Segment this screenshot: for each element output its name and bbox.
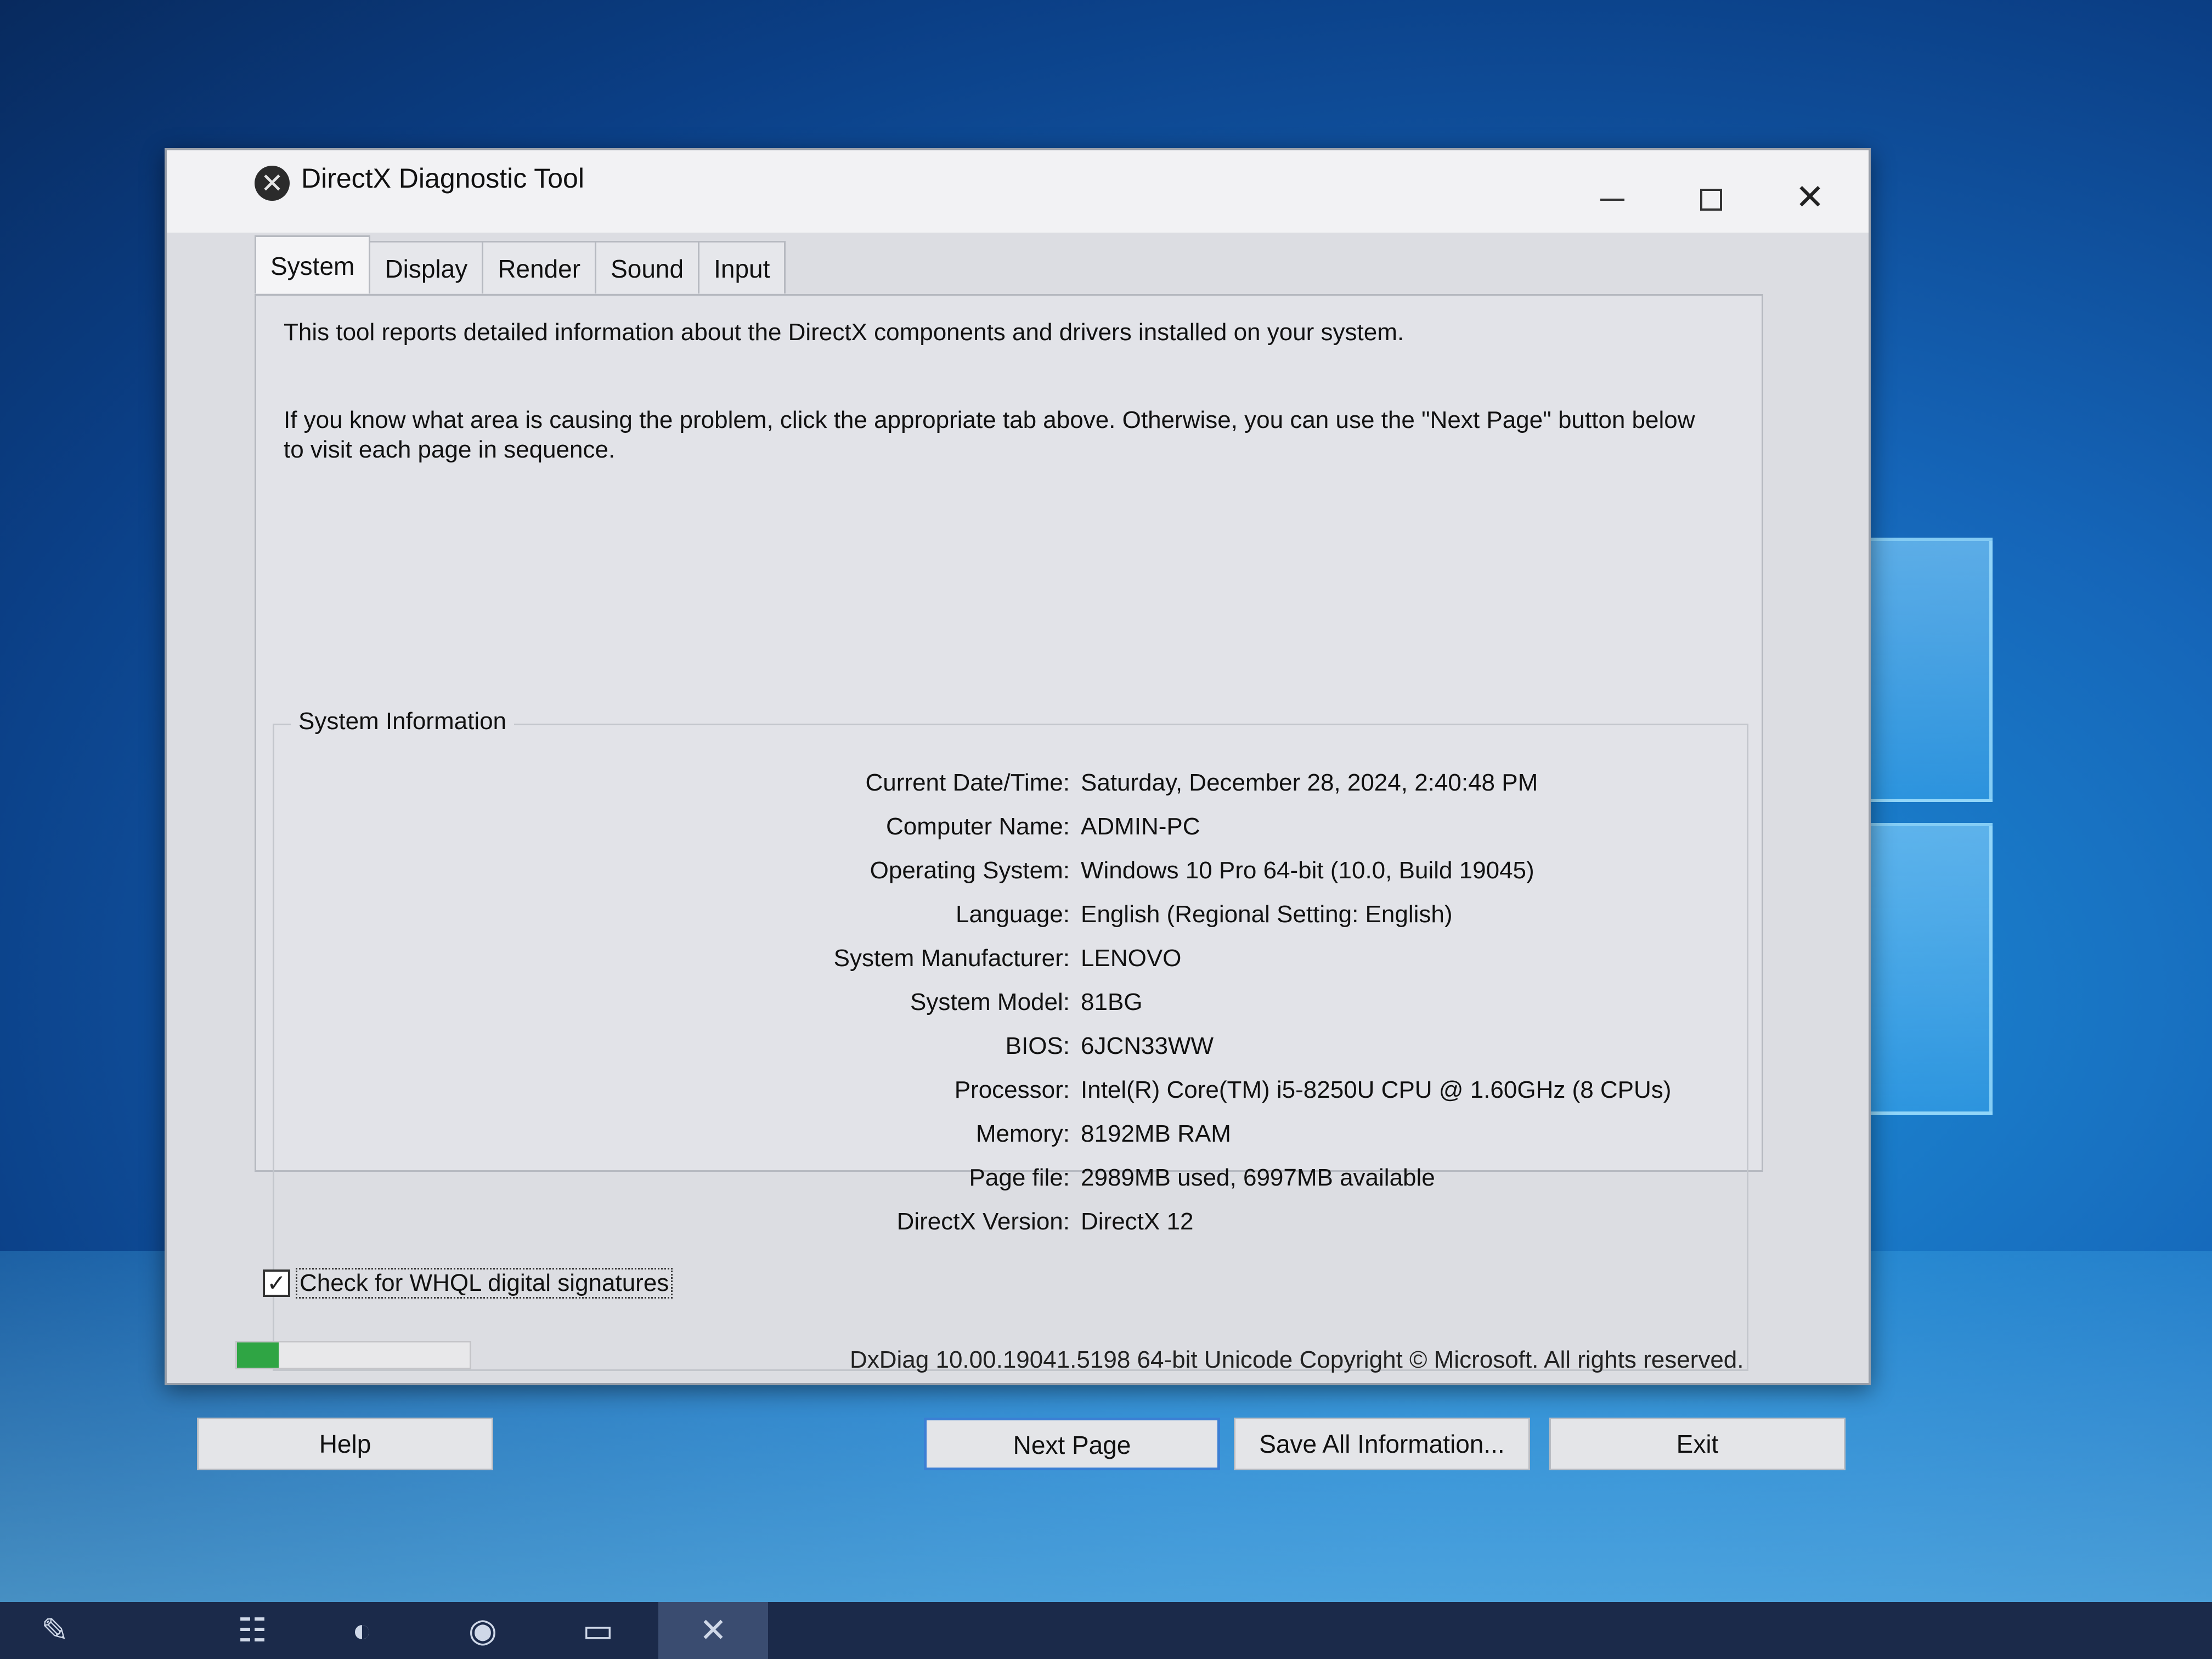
progress-bar	[235, 1341, 471, 1369]
info-label: DirectX Version:	[896, 1208, 1070, 1235]
intro-text: This tool reports detailed information a…	[284, 319, 1404, 346]
info-row: Language: English (Regional Setting: Engl…	[274, 895, 1750, 934]
info-row: Current Date/Time: Saturday, December 28,…	[274, 764, 1750, 802]
tab-render[interactable]: Render	[482, 241, 597, 294]
info-row: Page file: 2989MB used, 6997MB available	[274, 1159, 1750, 1197]
directx-taskbar-icon[interactable]: ✕	[658, 1602, 768, 1659]
info-row: Memory: 8192MB RAM	[274, 1115, 1750, 1153]
task-view-icon[interactable]: ☷	[198, 1602, 307, 1659]
system-tab-panel: This tool reports detailed information a…	[255, 294, 1763, 1371]
info-value: 6JCN33WW	[1081, 1032, 1214, 1059]
copyright-text: DxDiag 10.00.19041.5198 64-bit Unicode C…	[850, 1346, 1744, 1373]
directx-icon: ✕	[255, 166, 290, 201]
info-value: Saturday, December 28, 2024, 2:40:48 PM	[1081, 769, 1538, 796]
whql-checkbox-label[interactable]: Check for WHQL digital signatures	[296, 1268, 673, 1299]
instructions-text: If you know what area is causing the pro…	[284, 407, 1695, 463]
info-row: System Manufacturer: LENOVO	[274, 939, 1750, 978]
info-row: DirectX Version: DirectX 12	[274, 1203, 1750, 1241]
tab-system[interactable]: System	[255, 235, 371, 294]
tab-input[interactable]: Input	[698, 241, 786, 294]
info-row: Processor: Intel(R) Core(TM) i5-8250U CPU…	[274, 1071, 1750, 1109]
help-button[interactable]: Help	[197, 1418, 493, 1470]
whql-checkbox-row[interactable]: ✓ Check for WHQL digital signatures	[263, 1264, 673, 1302]
whql-checkbox[interactable]: ✓	[263, 1269, 290, 1297]
file-explorer-icon[interactable]: ▭	[543, 1602, 653, 1659]
info-value: Windows 10 Pro 64-bit (10.0, Build 19045…	[1081, 857, 1534, 884]
window-title: DirectX Diagnostic Tool	[301, 163, 584, 194]
directx-diagnostic-window: ✕ DirectX Diagnostic Tool ✕ System Displ…	[165, 148, 1871, 1470]
maximize-button[interactable]	[1670, 172, 1752, 222]
edge-icon[interactable]: ◉	[428, 1602, 538, 1659]
info-row: System Model: 81BG	[274, 983, 1750, 1022]
info-label: BIOS:	[1005, 1032, 1070, 1059]
info-row: BIOS: 6JCN33WW	[274, 1027, 1750, 1065]
progress-fill	[237, 1342, 279, 1368]
group-title: System Information	[291, 708, 515, 735]
taskbar-app-icon[interactable]: ✎	[0, 1602, 110, 1659]
info-value: English (Regional Setting: English)	[1081, 901, 1453, 928]
info-label: System Manufacturer:	[833, 945, 1070, 972]
exit-button[interactable]: Exit	[1549, 1418, 1846, 1470]
desktop: ✕ DirectX Diagnostic Tool ✕ System Displ…	[0, 0, 2212, 1659]
info-row: Computer Name: ADMIN-PC	[274, 808, 1750, 846]
info-value: 81BG	[1081, 989, 1143, 1015]
info-value: LENOVO	[1081, 945, 1182, 972]
tab-bar: System Display Render Sound Input	[255, 235, 786, 296]
minimize-button[interactable]	[1571, 172, 1654, 222]
info-value: DirectX 12	[1081, 1208, 1194, 1235]
title-bar[interactable]: ✕ DirectX Diagnostic Tool ✕	[167, 150, 1869, 233]
info-value: Intel(R) Core(TM) i5-8250U CPU @ 1.60GHz…	[1081, 1076, 1672, 1103]
info-label: Operating System:	[870, 857, 1070, 884]
minimize-icon	[1600, 199, 1624, 201]
save-all-information-button[interactable]: Save All Information...	[1234, 1418, 1530, 1470]
close-icon: ✕	[1795, 177, 1825, 217]
maximize-icon	[1700, 189, 1722, 211]
taskbar-app-icon[interactable]: ◐	[307, 1602, 417, 1659]
tab-display[interactable]: Display	[369, 241, 484, 294]
tab-sound[interactable]: Sound	[595, 241, 700, 294]
info-value: 2989MB used, 6997MB available	[1081, 1164, 1435, 1191]
close-button[interactable]: ✕	[1769, 172, 1851, 222]
info-value: 8192MB RAM	[1081, 1120, 1231, 1147]
checkmark-icon: ✓	[267, 1270, 286, 1296]
info-label: Current Date/Time:	[865, 769, 1070, 796]
info-row: Operating System: Windows 10 Pro 64-bit (…	[274, 851, 1750, 890]
info-label: System Model:	[910, 989, 1070, 1015]
taskbar: ✎ ☷ ◐ ◉ ▭ ✕	[0, 1602, 2212, 1659]
info-label: Language:	[956, 901, 1070, 928]
info-label: Memory:	[975, 1120, 1070, 1147]
info-value: ADMIN-PC	[1081, 813, 1200, 840]
info-label: Page file:	[969, 1164, 1070, 1191]
info-label: Computer Name:	[885, 813, 1070, 840]
next-page-button[interactable]: Next Page	[924, 1418, 1220, 1470]
info-label: Processor:	[954, 1076, 1070, 1103]
